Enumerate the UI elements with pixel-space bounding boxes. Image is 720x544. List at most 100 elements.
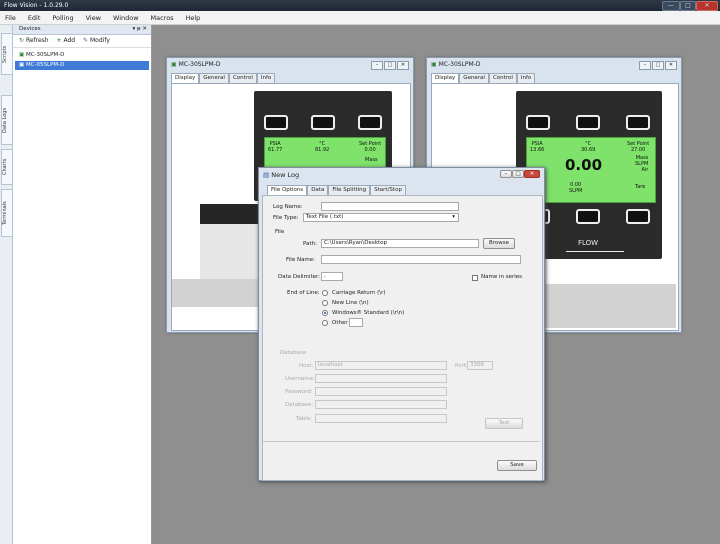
username-input[interactable] xyxy=(315,374,447,383)
dialog-minimize-button[interactable]: – xyxy=(500,170,512,178)
dialog-maximize-button[interactable]: □ xyxy=(512,170,524,178)
tab-general[interactable]: General xyxy=(459,73,489,83)
menu-help[interactable]: Help xyxy=(180,11,205,25)
file-type-value: Text File (.txt) xyxy=(306,214,344,220)
path-input[interactable]: C:\Users\Ryan\Desktop xyxy=(321,239,479,248)
device-window-title: MC-30SLPM-D xyxy=(438,61,481,68)
menu-window[interactable]: Window xyxy=(108,11,144,25)
save-button[interactable]: Save xyxy=(497,460,537,471)
minimize-button[interactable]: — xyxy=(662,1,680,11)
new-log-dialog: ▤ New Log – □ ✕ File Options Data File Split… xyxy=(258,167,545,481)
device-button[interactable] xyxy=(626,209,650,224)
name-in-series-checkbox[interactable] xyxy=(472,275,478,281)
password-label: Password: xyxy=(285,389,313,395)
tab-display[interactable]: Display xyxy=(431,73,460,83)
device-button[interactable] xyxy=(526,115,550,130)
browse-button[interactable]: Browse xyxy=(483,238,515,249)
tab-data[interactable]: Data xyxy=(307,185,329,195)
refresh-label: Refresh xyxy=(25,37,49,44)
menu-polling[interactable]: Polling xyxy=(47,11,78,25)
device-item-selected[interactable]: ▣ MC-05SLPM-D xyxy=(15,61,149,70)
device-window-title: MC-30SLPM-D xyxy=(178,61,221,68)
device-button[interactable] xyxy=(264,115,288,130)
window-close-button[interactable]: ✕ xyxy=(665,61,677,70)
device-lcd: PSIA 13.66 °C 30.69 Set Point 27.00 0.00 Ma… xyxy=(526,137,656,203)
maximize-button[interactable]: □ xyxy=(680,1,696,11)
refresh-button[interactable]: ↻ Refresh xyxy=(19,37,49,44)
tab-file-splitting[interactable]: File Splitting xyxy=(328,185,371,195)
eol-radio-cr[interactable] xyxy=(322,290,328,296)
device-button[interactable] xyxy=(626,115,650,130)
device-item[interactable]: ▣ MC-30SLPM-D xyxy=(15,51,149,60)
menu-macros[interactable]: Macros xyxy=(146,11,179,25)
eol-radio-lf[interactable] xyxy=(322,300,328,306)
dialog-title: New Log xyxy=(271,171,300,179)
chevron-down-icon: ▾ xyxy=(452,214,455,220)
device-button[interactable] xyxy=(311,115,335,130)
data-delimiter-input[interactable]: , xyxy=(321,272,343,281)
username-label: Username: xyxy=(285,376,315,382)
tab-file-options[interactable]: File Options xyxy=(267,185,308,195)
port-label: Port: xyxy=(455,363,468,369)
device-label: MC-30SLPM-D xyxy=(25,52,65,58)
modify-label: Modify xyxy=(90,37,110,44)
menu-view[interactable]: View xyxy=(81,11,106,25)
file-options-pane: Log Name: File Type: Text File (.txt) ▾ F… xyxy=(262,195,543,481)
temp-value: 81.92 xyxy=(315,147,330,153)
tab-general[interactable]: General xyxy=(199,73,229,83)
close-button[interactable]: ✕ xyxy=(696,1,718,11)
edit-icon: ✎ xyxy=(83,37,89,44)
eol-option-cr: Carriage Return (\r) xyxy=(332,290,386,296)
setpoint-value: 0.00 xyxy=(364,147,376,153)
add-button[interactable]: + Add xyxy=(57,37,76,44)
flow-arrow-icon xyxy=(566,251,624,252)
tab-control[interactable]: Control xyxy=(488,73,517,83)
tab-scripts[interactable]: Scripts xyxy=(1,33,13,75)
window-restore-button[interactable]: □ xyxy=(652,61,664,70)
tab-start-stop[interactable]: Start/Stop xyxy=(370,185,406,195)
device-button[interactable] xyxy=(576,115,600,130)
modify-button[interactable]: ✎ Modify xyxy=(83,37,110,44)
port-input[interactable]: 3306 xyxy=(467,361,493,370)
eol-radio-crlf[interactable] xyxy=(322,310,328,316)
eol-radio-other[interactable] xyxy=(322,320,328,326)
file-type-select[interactable]: Text File (.txt) ▾ xyxy=(303,213,459,222)
window-minimize-button[interactable]: – xyxy=(639,61,651,70)
menu-edit[interactable]: Edit xyxy=(23,11,46,25)
dialog-close-button[interactable]: ✕ xyxy=(524,170,540,178)
add-icon: + xyxy=(56,37,62,44)
eol-other-input[interactable] xyxy=(349,318,363,327)
log-name-input[interactable] xyxy=(321,202,459,211)
panel-dropdown-icon[interactable]: ▾ xyxy=(132,26,135,32)
window-minimize-button[interactable]: – xyxy=(371,61,383,70)
flow-label: FLOW xyxy=(578,239,599,247)
tab-info[interactable]: Info xyxy=(256,73,276,83)
data-delimiter-label: Data Delimiter: xyxy=(278,274,320,280)
tab-terminals[interactable]: Terminals xyxy=(1,189,13,237)
tab-data-logs[interactable]: Data Logs xyxy=(1,95,13,145)
test-button[interactable]: Test xyxy=(485,418,523,429)
table-input[interactable] xyxy=(315,414,447,423)
tab-info[interactable]: Info xyxy=(516,73,536,83)
left-tab-strip: Scripts Data Logs Charts Terminals xyxy=(0,25,13,544)
tab-display[interactable]: Display xyxy=(171,73,200,83)
device-icon: ▣ xyxy=(431,61,437,68)
host-input[interactable]: localhost xyxy=(315,361,447,370)
menu-file[interactable]: File xyxy=(0,11,21,25)
file-name-input[interactable] xyxy=(321,255,521,264)
device-icon: ▣ xyxy=(171,61,177,68)
window-close-button[interactable]: ✕ xyxy=(397,61,409,70)
device-icon: ▣ xyxy=(19,62,25,68)
panel-pin-icon[interactable]: ᵽ xyxy=(137,26,141,32)
eol-option-crlf: Windows® Standard (\r\n) xyxy=(332,310,405,316)
tab-charts[interactable]: Charts xyxy=(1,149,13,185)
database-input[interactable] xyxy=(315,400,447,409)
device-button[interactable] xyxy=(358,115,382,130)
tab-control[interactable]: Control xyxy=(228,73,257,83)
password-input[interactable] xyxy=(315,387,447,396)
devices-toolbar: ↻ Refresh + Add ✎ Modify xyxy=(13,35,151,48)
device-button[interactable] xyxy=(576,209,600,224)
panel-close-icon[interactable]: ✕ xyxy=(142,26,147,32)
device-icon: ▣ xyxy=(19,52,25,58)
window-restore-button[interactable]: □ xyxy=(384,61,396,70)
